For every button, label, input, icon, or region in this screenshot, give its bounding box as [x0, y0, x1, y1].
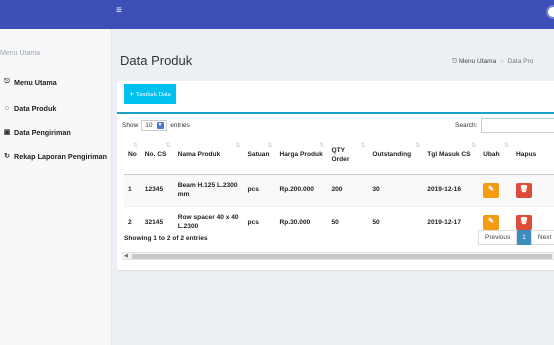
column-header-no-cs[interactable]: No. CS ⇅ [140, 136, 174, 175]
produk-table: No ⇅ No. CS ⇅ Nama Produk ⇅ Satuan ⇅ Harga P… [124, 136, 554, 238]
entries-value: 10 [145, 122, 153, 129]
circle-icon: ○ [4, 104, 10, 112]
cell-no-cs: 12345 [140, 173, 174, 206]
top-navbar: ≡ [0, 0, 554, 29]
sidebar-item-label: Rekap Laporan Pengiriman [14, 151, 108, 161]
horizontal-scrollbar[interactable]: ◀ [122, 252, 554, 260]
column-header-satuan[interactable]: Satuan ⇅ [243, 136, 276, 175]
cell-nama-produk: Beam H.125 L.2300 mm [173, 173, 244, 206]
sidebar-item-menu-utama[interactable]: ⎋ Menu Utama [0, 76, 57, 88]
cell-tgl-masuk-cs: 2019-12-17 [423, 205, 480, 238]
sort-icon: ⇅ [165, 143, 171, 149]
cell-nama-produk: Row spacer 40 x 40 L.2300 [173, 205, 244, 238]
history-icon: ↻ [4, 153, 10, 160]
edit-icon[interactable]: ✎ [483, 182, 500, 198]
cell-no: 2 [124, 205, 141, 238]
cell-qty-order: 200 [327, 173, 369, 206]
add-data-button[interactable]: + Tambah Data [124, 84, 176, 104]
sidebar-item-label: Menu Utama [14, 77, 57, 87]
column-header-tgl-masuk-cs[interactable]: Tgl Masuk CS ⇅ [423, 136, 480, 175]
add-data-label: Tambah Data [135, 90, 171, 98]
sort-icon: ⇅ [415, 143, 421, 149]
search-input[interactable] [481, 118, 554, 133]
entries-label: entries [170, 122, 190, 129]
sort-icon: ⇅ [132, 143, 138, 149]
hamburger-menu-icon[interactable]: ≡ [116, 6, 122, 16]
search-label: Search: [455, 122, 478, 129]
column-header-no[interactable]: No ⇅ [124, 136, 141, 175]
box-divider [117, 112, 554, 114]
page-title: Data Produk [120, 53, 193, 68]
pagination-previous[interactable]: Previous [478, 230, 518, 245]
sort-icon: ⇅ [471, 143, 477, 149]
sidebar-item-rekap-laporan[interactable]: ↻ Rekap Laporan Pengiriman [0, 150, 107, 162]
breadcrumb-home-link[interactable]: Menu Utama [459, 58, 496, 65]
scroll-left-icon[interactable]: ◀ [124, 253, 128, 260]
cell-no-cs: 32145 [140, 205, 174, 238]
pagination: Previous 1 Next [478, 230, 554, 245]
sort-icon: ⇅ [360, 143, 366, 149]
breadcrumb: ⎋ Menu Utama > Data Pro [452, 58, 533, 66]
chevron-down-icon: ▼ [156, 122, 164, 129]
user-avatar[interactable] [546, 5, 554, 19]
sidebar: Menu Utama ⎋ Menu Utama ○ Data Produk ▣ … [0, 29, 112, 345]
sidebar-item-label: Data Produk [14, 103, 57, 113]
plus-icon: + [129, 89, 134, 99]
column-header-ubah[interactable]: Ubah ⇅ [479, 136, 513, 175]
table-info: Showing 1 to 2 of 2 entries [124, 235, 208, 242]
show-label: Show [122, 122, 139, 129]
cell-outstanding: 50 [368, 205, 424, 238]
column-header-harga-produk[interactable]: Harga Produk ⇅ [275, 136, 328, 175]
cell-hapus: 🗑 [512, 173, 554, 206]
breadcrumb-separator: > [500, 58, 504, 65]
sidebar-item-label: Data Pengiriman [14, 127, 71, 137]
cell-tgl-masuk-cs: 2019-12-16 [423, 173, 480, 206]
truck-icon: ▣ [3, 129, 11, 136]
pagination-page-1[interactable]: 1 [517, 230, 531, 245]
scrollbar-thumb[interactable] [132, 254, 552, 259]
column-header-outstanding[interactable]: Outstanding ⇅ [368, 136, 424, 175]
cell-outstanding: 30 [368, 173, 424, 206]
cell-ubah: ✎ [479, 173, 513, 206]
edit-icon[interactable]: ✎ [483, 214, 500, 230]
column-header-qty-order[interactable]: QTY Order ⇅ [327, 136, 369, 175]
dashboard-icon: ⎋ [4, 78, 10, 85]
pagination-next[interactable]: Next [530, 230, 554, 245]
data-produk-box: + Tambah Data Show 10 ▼ entries Search: … [117, 81, 554, 270]
table-row: 1 12345 Beam H.125 L.2300 mm pcs Rp.200.… [124, 173, 554, 206]
column-header-hapus[interactable]: Hapus⇅ [512, 136, 554, 175]
breadcrumb-current: Data Pro [507, 58, 534, 65]
trash-icon[interactable]: 🗑 [516, 182, 533, 198]
sort-icon: ⇅ [235, 143, 241, 149]
cell-harga-produk: Rp.30.000 [275, 205, 328, 238]
column-header-nama-produk[interactable]: Nama Produk ⇅ [173, 136, 244, 175]
sort-icon: ⇅ [267, 143, 273, 149]
sidebar-item-data-produk[interactable]: ○ Data Produk [0, 102, 56, 114]
cell-satuan: pcs [243, 173, 276, 206]
cell-no: 1 [124, 173, 141, 206]
trash-icon[interactable]: 🗑 [516, 214, 533, 230]
cell-harga-produk: Rp.200.000 [275, 173, 328, 206]
entries-length-control: Show 10 ▼ entries [122, 120, 190, 131]
cell-qty-order: 50 [327, 205, 369, 238]
sort-icon: ⇅ [504, 143, 510, 149]
home-icon: ⎋ [452, 58, 458, 65]
sidebar-item-data-pengiriman[interactable]: ▣ Data Pengiriman [0, 126, 71, 138]
cell-satuan: pcs [243, 205, 276, 238]
sort-icon: ⇅ [319, 143, 325, 149]
entries-select[interactable]: 10 ▼ [141, 120, 168, 131]
sidebar-header: Menu Utama [0, 50, 41, 57]
